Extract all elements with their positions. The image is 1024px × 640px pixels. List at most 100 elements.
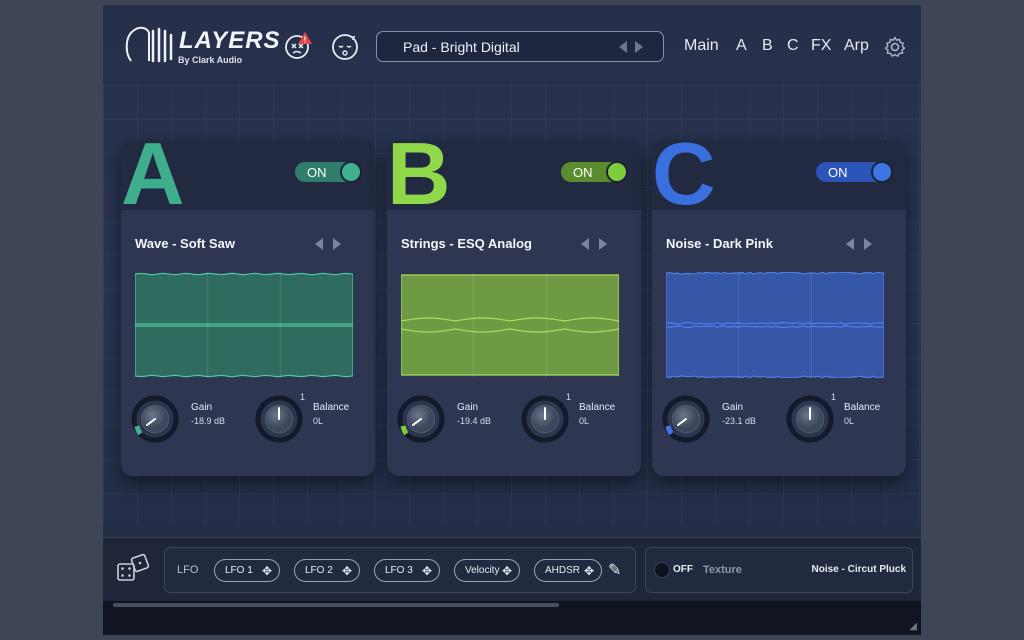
mod-source-label: LFO 1 [225, 565, 253, 576]
mod-source-label: LFO 3 [385, 565, 413, 576]
nav-main[interactable]: Main [684, 37, 719, 55]
balance-mark: 1 [300, 392, 305, 402]
mod-source-label: AHDSR [545, 565, 580, 576]
layer-card-b: B ON Strings - ESQ Analog Gain -19.4 dB … [387, 140, 641, 476]
gain-label: Gain [722, 402, 743, 413]
drag-move-icon[interactable]: ✥ [262, 564, 272, 578]
balance-value: 0L [313, 416, 323, 426]
svg-text:z: z [352, 35, 356, 42]
plugin-window: LAYERS By Clark Audio ! z Pad - Bright D… [103, 5, 921, 635]
next-arrow-icon [333, 238, 341, 250]
resize-grip-icon[interactable]: ◢ [909, 621, 917, 632]
texture-toggle-state: OFF [673, 564, 693, 575]
nav-fx[interactable]: FX [811, 37, 831, 55]
layer-card-a: A ON Wave - Soft Saw Gain -18.9 dB 1 Bal… [121, 140, 375, 476]
scroll-track: ◢ [103, 601, 921, 635]
mod-source-label: Velocity [465, 565, 499, 576]
nav-a[interactable]: A [736, 37, 747, 55]
gain-knob[interactable] [129, 393, 181, 445]
mod-source-lfo3[interactable]: LFO 3 ✥ [374, 559, 440, 582]
mod-source-velocity[interactable]: Velocity ✥ [454, 559, 520, 582]
pencil-edit-icon[interactable]: ✎ [608, 560, 621, 580]
toggle-knob [606, 161, 628, 183]
mod-source-lfo2[interactable]: LFO 2 ✥ [294, 559, 360, 582]
gain-label: Gain [457, 402, 478, 413]
balance-value: 0L [579, 416, 589, 426]
layer-sound-arrows [577, 236, 613, 252]
prev-arrow-icon [315, 238, 323, 250]
next-arrow-icon [635, 41, 643, 53]
lfo-title: LFO [177, 564, 198, 576]
balance-mark: 1 [566, 392, 571, 402]
layer-letter: B [387, 140, 451, 218]
mod-source-ahdsr[interactable]: AHDSR ✥ [534, 559, 602, 582]
waveform-display [135, 272, 353, 378]
modulation-panel: LFO LFO 1 ✥ LFO 2 ✥ LFO 3 ✥ Velocity ✥ A… [164, 547, 636, 593]
next-arrow-icon [599, 238, 607, 250]
waveform-display [401, 272, 619, 378]
drag-move-icon[interactable]: ✥ [502, 564, 512, 578]
gain-value: -19.4 dB [457, 416, 491, 426]
layer-card-c: C ON Noise - Dark Pink Gain -23.1 dB 1 B… [652, 140, 906, 476]
nav-c[interactable]: C [787, 37, 799, 55]
texture-label: Texture [703, 564, 742, 576]
balance-knob[interactable] [253, 393, 305, 445]
gain-value: -23.1 dB [722, 416, 756, 426]
prev-arrow-icon [581, 238, 589, 250]
next-arrow-icon [864, 238, 872, 250]
svg-text:!: ! [304, 36, 307, 45]
gain-value: -18.9 dB [191, 416, 225, 426]
gain-knob[interactable] [660, 393, 712, 445]
gain-label: Gain [191, 402, 212, 413]
balance-label: Balance [844, 402, 880, 413]
preset-arrows [615, 39, 649, 55]
layer-power-toggle[interactable]: ON [561, 162, 627, 182]
balance-value: 0L [844, 416, 854, 426]
layer-power-toggle[interactable]: ON [816, 162, 892, 182]
layer-sound-name[interactable]: Strings - ESQ Analog [401, 236, 532, 251]
toggle-label: ON [307, 165, 327, 180]
toggle-knob [340, 161, 362, 183]
toggle-label: ON [573, 165, 593, 180]
layer-letter: C [652, 140, 716, 218]
drag-move-icon[interactable]: ✥ [422, 564, 432, 578]
prev-arrow-icon [619, 41, 627, 53]
nav-arp[interactable]: Arp [844, 37, 869, 55]
texture-preset[interactable]: Noise - Circut Pluck [812, 564, 906, 575]
bottom-bar: LFO LFO 1 ✥ LFO 2 ✥ LFO 3 ✥ Velocity ✥ A… [103, 537, 921, 601]
logo-icon [123, 23, 175, 65]
texture-panel: OFF Texture Noise - Circut Pluck [645, 547, 913, 593]
gear-icon[interactable] [884, 36, 906, 58]
layer-sound-name[interactable]: Wave - Soft Saw [135, 236, 235, 251]
preset-name: Pad - Bright Digital [403, 39, 520, 55]
logo-subtitle: By Clark Audio [178, 55, 242, 65]
layer-header: B ON [387, 140, 641, 210]
layer-sound-name[interactable]: Noise - Dark Pink [666, 236, 773, 251]
gain-knob[interactable] [395, 393, 447, 445]
mod-source-lfo1[interactable]: LFO 1 ✥ [214, 559, 280, 582]
logo-wordmark: LAYERS [179, 27, 281, 55]
scrollbar[interactable] [113, 603, 559, 607]
layer-header: A ON [121, 140, 375, 210]
layer-power-toggle[interactable]: ON [295, 162, 361, 182]
waveform-display [666, 272, 884, 378]
balance-label: Balance [313, 402, 349, 413]
layer-sound-arrows [842, 236, 878, 252]
layer-header: C ON [652, 140, 906, 210]
texture-toggle[interactable] [654, 562, 670, 578]
drag-move-icon[interactable]: ✥ [342, 564, 352, 578]
balance-knob[interactable] [784, 393, 836, 445]
preset-selector[interactable]: Pad - Bright Digital [376, 31, 664, 62]
balance-mark: 1 [831, 392, 836, 402]
sleeping-face-icon[interactable]: z [330, 31, 360, 61]
mod-source-label: LFO 2 [305, 565, 333, 576]
balance-label: Balance [579, 402, 615, 413]
toggle-label: ON [828, 165, 848, 180]
dice-randomize-icon[interactable] [115, 550, 153, 588]
prev-arrow-icon [846, 238, 854, 250]
balance-knob[interactable] [519, 393, 571, 445]
drag-move-icon[interactable]: ✥ [584, 564, 594, 578]
chaos-warning-icon[interactable]: ! [283, 31, 313, 61]
nav-b[interactable]: B [762, 37, 773, 55]
layer-letter: A [121, 140, 185, 218]
